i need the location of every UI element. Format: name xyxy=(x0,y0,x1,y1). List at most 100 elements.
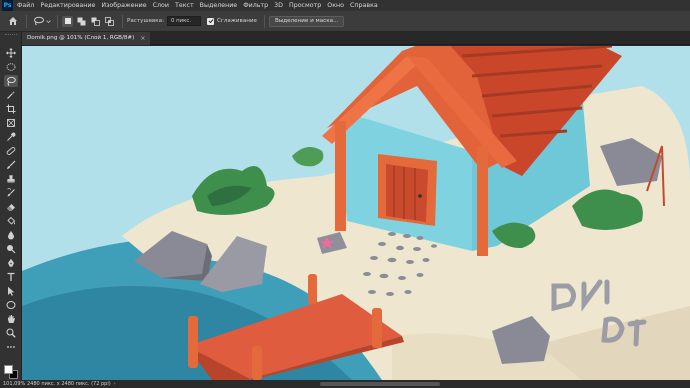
dock-post-3 xyxy=(372,308,382,348)
shape-tool[interactable] xyxy=(4,299,18,311)
menu-image[interactable]: Изображение xyxy=(101,0,146,11)
eyedropper-icon xyxy=(7,132,16,141)
close-icon[interactable]: × xyxy=(140,32,145,45)
pen-icon xyxy=(8,258,14,267)
pen-tool[interactable] xyxy=(4,257,18,269)
dodge-tool[interactable] xyxy=(4,243,18,255)
subtract-selection-button[interactable] xyxy=(90,16,101,27)
canvas-artwork xyxy=(22,46,690,380)
magic-wand-icon xyxy=(7,90,16,99)
add-selection-icon xyxy=(77,17,86,25)
dodge-icon xyxy=(7,245,16,254)
arrow-pointer-icon xyxy=(8,286,15,296)
tool-preset-picker[interactable] xyxy=(31,14,53,28)
panel-grip[interactable] xyxy=(5,34,17,36)
status-menu-arrow[interactable]: › xyxy=(114,381,116,387)
menu-filter[interactable]: Фильтр xyxy=(243,0,268,11)
brush-tool[interactable] xyxy=(4,159,18,171)
menu-file[interactable]: Файл xyxy=(17,0,34,11)
separator xyxy=(57,14,58,28)
select-and-mask-button[interactable]: Выделение и маска... xyxy=(268,15,345,27)
menu-help[interactable]: Справка xyxy=(350,0,378,11)
document-tab[interactable]: Domik.png @ 101% (Слой 1, RGB/8#) × xyxy=(22,32,151,45)
home-icon xyxy=(9,17,17,25)
tools-panel xyxy=(0,32,22,380)
status-bar: 101,09% 2480 пикс. x 2480 пикс. (72 ppi)… xyxy=(0,380,690,388)
move-tool[interactable] xyxy=(4,47,18,59)
menu-edit[interactable]: Редактирование xyxy=(40,0,95,11)
check-icon xyxy=(208,19,213,24)
options-bar: Растушевка: 0 пикс. Сглаживание Выделени… xyxy=(0,11,690,32)
history-brush-tool[interactable] xyxy=(4,187,18,199)
door xyxy=(386,164,428,222)
paint-bucket-icon xyxy=(7,216,16,225)
healing-brush-tool[interactable] xyxy=(4,145,18,157)
house-post-right xyxy=(477,146,488,256)
lasso-tool[interactable] xyxy=(4,75,18,87)
document-tabs: Domik.png @ 101% (Слой 1, RGB/8#) × xyxy=(22,32,690,45)
antialias-label: Сглаживание xyxy=(217,18,257,24)
feather-input[interactable]: 0 пикс. xyxy=(167,16,201,26)
move-icon xyxy=(6,48,16,58)
zoom-level[interactable]: 101,09% xyxy=(3,381,27,387)
type-icon xyxy=(7,272,15,281)
bandage-icon xyxy=(6,147,16,155)
dock-post-1 xyxy=(188,316,198,368)
subtract-selection-icon xyxy=(91,17,100,26)
menu-layers[interactable]: Слои xyxy=(153,0,169,11)
ellipse-shape-icon xyxy=(6,301,16,309)
feather-label: Растушевка: xyxy=(127,18,164,24)
color-swatches xyxy=(4,362,20,380)
horizontal-scrollbar[interactable] xyxy=(320,382,440,386)
eraser-icon xyxy=(7,204,15,211)
tab-title: Domik.png @ 101% (Слой 1, RGB/8#) xyxy=(27,35,135,41)
dock-post-2 xyxy=(308,274,317,304)
intersect-selection-icon xyxy=(105,16,114,26)
frame-icon xyxy=(7,119,15,127)
brush-icon xyxy=(7,160,16,169)
eyedropper-tool[interactable] xyxy=(4,131,18,143)
menu-select[interactable]: Выделение xyxy=(200,0,238,11)
paint-bucket-tool[interactable] xyxy=(4,215,18,227)
menu-window[interactable]: Окно xyxy=(327,0,344,11)
history-brush-icon xyxy=(7,188,15,197)
home-button[interactable] xyxy=(4,13,22,30)
intersect-selection-button[interactable] xyxy=(104,16,115,27)
frame-tool[interactable] xyxy=(4,117,18,129)
clone-stamp-tool[interactable] xyxy=(4,173,18,185)
new-selection-icon xyxy=(64,18,71,24)
more-tools-button[interactable] xyxy=(4,341,18,353)
separator xyxy=(26,14,27,28)
path-selection-tool[interactable] xyxy=(4,285,18,297)
antialias-checkbox[interactable] xyxy=(207,17,214,25)
separator xyxy=(263,14,265,28)
blur-tool[interactable] xyxy=(4,229,18,241)
eraser-tool[interactable] xyxy=(4,201,18,213)
ellipse-marquee-icon xyxy=(6,63,16,71)
lasso-icon xyxy=(7,76,16,86)
house-post-left xyxy=(335,121,346,231)
photoshop-logo[interactable]: Ps xyxy=(2,0,13,11)
zoom-tool[interactable] xyxy=(4,327,18,339)
crop-icon xyxy=(6,104,16,114)
hand-icon xyxy=(8,315,15,323)
marquee-tool[interactable] xyxy=(4,61,18,73)
droplet-icon xyxy=(8,231,14,240)
foreground-color-swatch[interactable] xyxy=(4,365,13,374)
zoom-icon xyxy=(6,328,16,338)
more-icon xyxy=(7,346,15,348)
menu-type[interactable]: Текст xyxy=(175,0,194,11)
menu-bar: Ps Файл Редактирование Изображение Слои … xyxy=(0,0,690,11)
separator xyxy=(122,14,123,28)
door-handle xyxy=(418,194,422,198)
chevron-down-icon xyxy=(46,19,51,23)
magic-wand-tool[interactable] xyxy=(4,89,18,101)
new-selection-button[interactable] xyxy=(62,15,73,27)
type-tool[interactable] xyxy=(4,271,18,283)
hand-tool[interactable] xyxy=(4,313,18,325)
document-canvas[interactable] xyxy=(22,46,690,380)
add-selection-button[interactable] xyxy=(76,16,87,27)
crop-tool[interactable] xyxy=(4,103,18,115)
menu-3d[interactable]: 3D xyxy=(274,0,283,11)
menu-view[interactable]: Просмотр xyxy=(289,0,321,11)
